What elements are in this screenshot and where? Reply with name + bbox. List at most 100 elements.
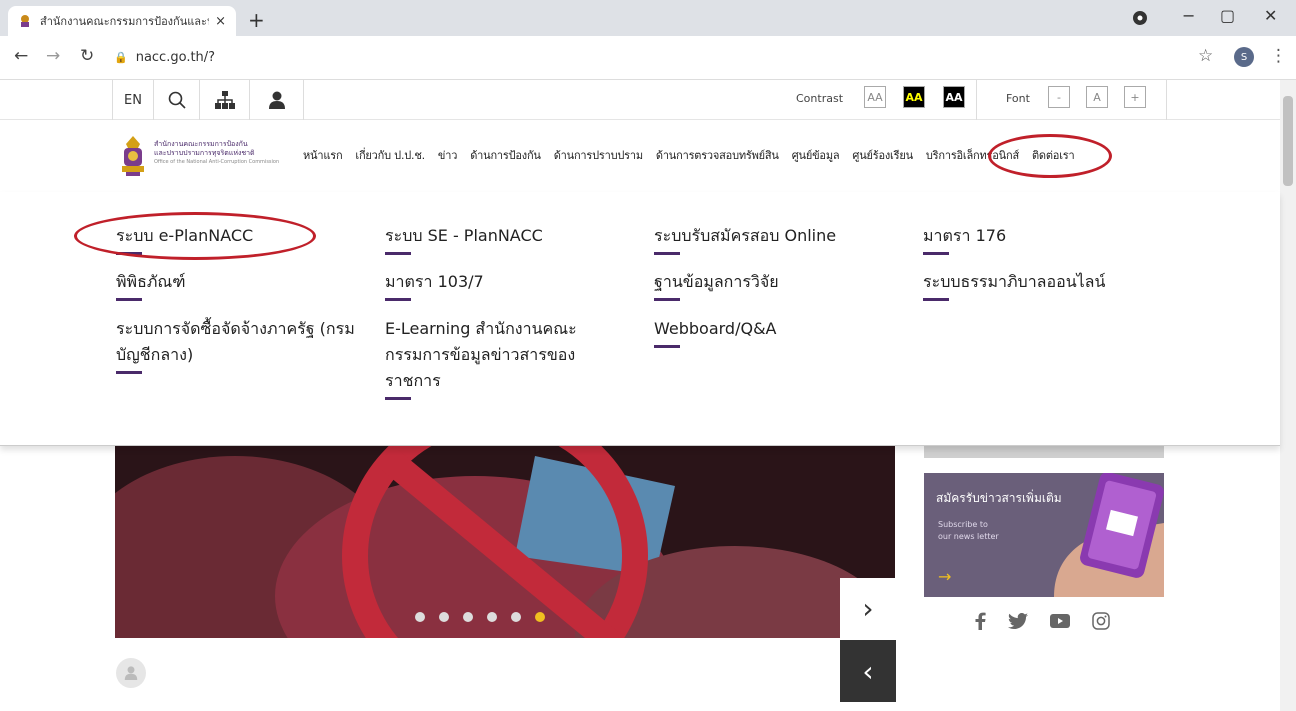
menu-item-governance[interactable]: ระบบธรรมาภิบาลออนไลน์ <box>923 269 1223 301</box>
font-decrease-button[interactable]: - <box>1048 86 1070 108</box>
font-increase-button[interactable]: + <box>1124 86 1146 108</box>
user-login-icon[interactable] <box>250 80 304 120</box>
menu-item-underline <box>654 252 680 255</box>
browser-tab[interactable]: สำนักงานคณะกรรมการป้องกันและปรา × <box>8 6 236 36</box>
search-icon[interactable] <box>154 80 200 120</box>
nacc-logo[interactable] <box>116 134 150 178</box>
menu-item-underline <box>385 298 411 301</box>
menu-item-label: ระบบรับสมัครสอบ Online <box>654 226 837 245</box>
side-banner-top[interactable] <box>924 446 1164 458</box>
address-bar-row: ← → ↻ 🔒 nacc.go.th/? ☆ S ⋮ <box>0 36 1296 80</box>
nacc-emblem-icon <box>122 136 144 176</box>
nav-item-complaints[interactable]: ศูนย์ร้องเรียน <box>852 146 913 164</box>
menu-item-label: มาตรา 103/7 <box>385 272 484 291</box>
language-toggle[interactable]: EN <box>112 80 154 120</box>
font-label: Font <box>1006 92 1030 105</box>
new-tab-button[interactable]: + <box>248 8 265 32</box>
menu-item-label: Webboard/Q&A <box>654 319 777 338</box>
carousel-next-chevron-icon[interactable]: › <box>840 578 896 638</box>
logo-line-1: สำนักงานคณะกรรมการป้องกัน <box>154 140 248 148</box>
social-links <box>974 612 1110 630</box>
menu-item-procurement[interactable]: ระบบการจัดซื้อจัดจ้างภาครัฐ (กรมบัญชีกลา… <box>116 316 356 374</box>
reload-icon[interactable]: ↻ <box>80 46 94 66</box>
contrast-yellow-button[interactable]: AA <box>903 86 925 108</box>
sitemap-icon[interactable] <box>200 80 250 120</box>
nav-item-info-center[interactable]: ศูนย์ข้อมูล <box>792 146 840 164</box>
forward-arrow-icon[interactable]: → <box>46 46 60 66</box>
arrow-right-icon[interactable]: → <box>938 567 951 586</box>
newsletter-subscribe-banner[interactable]: สมัครรับข่าวสารเพิ่มเติม Subscribe to ou… <box>924 473 1164 597</box>
nav-links: หน้าแรก เกี่ยวกับ ป.ป.ช. ข่าว ด้านการป้อ… <box>303 146 1075 164</box>
menu-item-webboard[interactable]: Webboard/Q&A <box>654 316 904 348</box>
carousel-dot[interactable] <box>511 612 521 622</box>
annotation-ellipse-e-services <box>988 134 1112 178</box>
profile-avatar[interactable]: S <box>1234 47 1254 67</box>
menu-item-underline <box>385 252 411 255</box>
contrast-normal-button[interactable]: AA <box>864 86 886 108</box>
nav-item-home[interactable]: หน้าแรก <box>303 146 343 164</box>
menu-item-underline <box>654 298 680 301</box>
browser-tab-bar: สำนักงานคณะกรรมการป้องกันและปรา × + − ▢ … <box>0 0 1296 36</box>
menu-kebab-icon[interactable]: ⋮ <box>1270 46 1287 66</box>
hero-carousel[interactable] <box>115 446 895 638</box>
site-favicon-icon <box>21 15 29 27</box>
subscribe-subtitle: Subscribe to our news letter <box>938 519 999 543</box>
menu-item-se-plannacc[interactable]: ระบบ SE - PlanNACC <box>385 223 635 255</box>
menu-item-research-db[interactable]: ฐานข้อมูลการวิจัย <box>654 269 904 301</box>
instagram-icon[interactable] <box>1092 612 1110 630</box>
hero-image <box>115 446 895 638</box>
contrast-white-button[interactable]: AA <box>943 86 965 108</box>
menu-item-label: ฐานข้อมูลการวิจัย <box>654 272 779 291</box>
nav-item-news[interactable]: ข่าว <box>438 146 457 164</box>
mega-menu: ระบบ e-PlanNACC พิพิธภัณฑ์ ระบบการจัดซื้… <box>0 192 1280 446</box>
close-window-button[interactable]: ✕ <box>1264 6 1277 25</box>
nav-item-about[interactable]: เกี่ยวกับ ป.ป.ช. <box>355 146 425 164</box>
font-reset-button[interactable]: A <box>1086 86 1108 108</box>
bookmark-star-icon[interactable]: ☆ <box>1198 46 1213 66</box>
minimize-button[interactable]: − <box>1182 6 1195 25</box>
menu-item-label: ระบบธรรมาภิบาลออนไลน์ <box>923 272 1106 291</box>
carousel-dot[interactable] <box>439 612 449 622</box>
menu-item-underline <box>385 397 411 400</box>
back-arrow-icon[interactable]: ← <box>14 46 28 66</box>
tab-title: สำนักงานคณะกรรมการป้องกันและปรา <box>40 15 210 28</box>
restore-button[interactable]: ▢ <box>1220 6 1235 25</box>
logo-text: สำนักงานคณะกรรมการป้องกัน และปราบปรามการ… <box>154 140 279 167</box>
carousel-dot[interactable] <box>487 612 497 622</box>
twitter-icon[interactable] <box>1008 613 1028 629</box>
extension-icon[interactable] <box>1132 10 1148 26</box>
logo-line-2: และปราบปรามการทุจริตแห่งชาติ <box>154 149 255 157</box>
youtube-icon[interactable] <box>1050 614 1070 628</box>
menu-item-e-learning[interactable]: E-Learning สำนักงานคณะกรรมการข้อมูลข่าวส… <box>385 316 625 400</box>
carousel-dot[interactable] <box>415 612 425 622</box>
nav-item-asset-audit[interactable]: ด้านการตรวจสอบทรัพย์สิน <box>656 146 779 164</box>
url-field[interactable]: 🔒 nacc.go.th/? <box>114 42 1214 72</box>
contrast-label: Contrast <box>796 92 844 105</box>
menu-item-label: มาตรา 176 <box>923 226 1007 245</box>
carousel-prev-chevron-icon[interactable]: ‹ <box>840 640 896 702</box>
nav-item-prevention[interactable]: ด้านการป้องกัน <box>470 146 541 164</box>
menu-item-museum[interactable]: พิพิธภัณฑ์ <box>116 269 366 301</box>
carousel-dot[interactable] <box>463 612 473 622</box>
subscribe-title: สมัครรับข่าวสารเพิ่มเติม <box>936 491 1062 505</box>
menu-item-label: E-Learning สำนักงานคณะกรรมการข้อมูลข่าวส… <box>385 319 577 390</box>
logo-line-3: Office of the National Anti-Corruption C… <box>154 159 280 165</box>
menu-item-underline <box>116 371 142 374</box>
facebook-icon[interactable] <box>974 612 986 630</box>
menu-item-online-exam[interactable]: ระบบรับสมัครสอบ Online <box>654 223 904 255</box>
annotation-ellipse-e-plannacc <box>74 212 316 260</box>
nav-item-suppression[interactable]: ด้านการปราบปราม <box>554 146 643 164</box>
main-nav: สำนักงานคณะกรรมการป้องกัน และปราบปรามการ… <box>0 120 1280 192</box>
menu-item-underline <box>923 252 949 255</box>
lock-icon: 🔒 <box>114 50 128 64</box>
user-avatar-icon <box>124 666 138 680</box>
menu-item-section-103-7[interactable]: มาตรา 103/7 <box>385 269 635 301</box>
carousel-indicators <box>415 612 545 622</box>
subscribe-subtitle-line-1: Subscribe to <box>938 520 988 529</box>
tab-close-icon[interactable]: × <box>215 14 226 29</box>
avatar <box>116 658 146 688</box>
menu-item-section-176[interactable]: มาตรา 176 <box>923 223 1173 255</box>
carousel-dot-active[interactable] <box>535 612 545 622</box>
menu-item-label: พิพิธภัณฑ์ <box>116 272 186 291</box>
page-scrollbar-thumb[interactable] <box>1283 96 1293 186</box>
